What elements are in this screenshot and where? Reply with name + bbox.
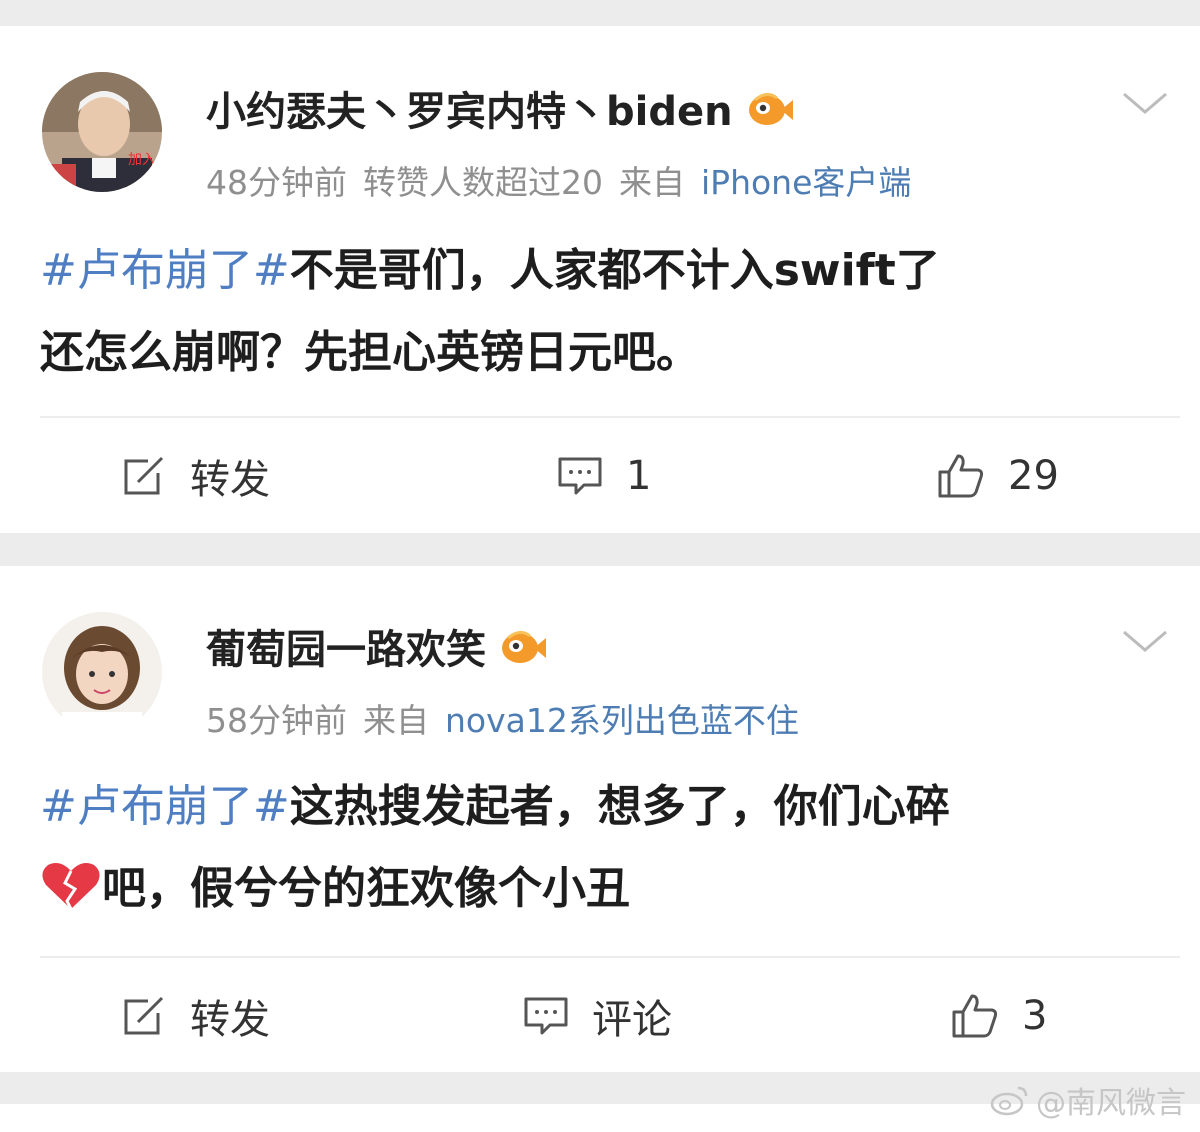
broken-heart-icon: [42, 863, 100, 910]
post-time: 58分钟前: [206, 701, 347, 740]
repost-note: 转赞人数超过20: [363, 163, 603, 202]
avatar-overlay-text: 加入: [128, 152, 156, 168]
post-meta: 58分钟前 来自 nova12系列出色蓝不住: [206, 694, 799, 742]
avatar[interactable]: [42, 612, 162, 732]
username-row: 葡萄园一路欢笑: [206, 618, 548, 674]
post-time: 48分钟前: [206, 163, 347, 202]
thumbs-up-icon: [952, 994, 998, 1038]
post-text-line1: 这热搜发起者，想多了，你们心碎: [289, 781, 950, 832]
comment-icon: [524, 997, 568, 1035]
avatar[interactable]: 加入: [42, 72, 162, 192]
edit-icon: [124, 456, 164, 495]
avatar-photo: 加入: [42, 72, 162, 192]
username[interactable]: 小约瑟夫丶罗宾内特丶biden: [206, 79, 733, 137]
source-prefix: 来自: [619, 163, 685, 202]
divider: [40, 416, 1180, 418]
watermark-text: @南风微言: [1036, 1086, 1186, 1121]
divider: [40, 956, 1180, 958]
post-body: #卢布崩了#不是哥们，人家都不计入swift了 还怎么崩啊？先担心英镑日元吧。: [40, 230, 1170, 394]
weibo-feed: 加入 小约瑟夫丶罗宾内特丶biden 48分钟前 转赞人数超过20 来自 iPh…: [0, 0, 1200, 1132]
post-meta: 48分钟前 转赞人数超过20 来自 iPhone客户端: [206, 156, 911, 204]
post-card: 加入 小约瑟夫丶罗宾内特丶biden 48分钟前 转赞人数超过20 来自 iPh…: [0, 26, 1200, 533]
like-button[interactable]: 29: [936, 446, 1059, 506]
chevron-down-icon[interactable]: [1120, 626, 1170, 656]
comment-button[interactable]: 1: [556, 446, 651, 506]
post-text-line2: 吧，假兮兮的狂欢像个小丑: [102, 863, 630, 914]
post-text-line2: 还怎么崩啊？先担心英镑日元吧。: [40, 327, 700, 378]
source-device[interactable]: nova12系列出色蓝不住: [445, 694, 799, 742]
hashtag-link[interactable]: #卢布崩了#: [40, 245, 290, 296]
comment-label: 评论: [592, 997, 672, 1043]
repost-button[interactable]: 转发: [122, 986, 270, 1046]
hashtag-link[interactable]: #卢布崩了#: [40, 781, 290, 832]
edit-icon: [124, 996, 164, 1035]
like-count: 3: [1022, 993, 1048, 1039]
repost-button[interactable]: 转发: [122, 446, 270, 506]
like-button[interactable]: 3: [950, 986, 1047, 1046]
source-device[interactable]: iPhone客户端: [701, 156, 911, 204]
comment-count: 1: [626, 453, 652, 499]
comment-icon: [558, 457, 602, 495]
source-prefix: 来自: [363, 701, 429, 740]
repost-label: 转发: [190, 457, 270, 503]
username-row: 小约瑟夫丶罗宾内特丶biden: [206, 80, 795, 136]
post-body: #卢布崩了#这热搜发起者，想多了，你们心碎 吧，假兮兮的狂欢像个小丑: [40, 766, 1170, 930]
thumbs-up-icon: [938, 454, 984, 498]
fish-badge-icon: [502, 631, 546, 663]
comment-button[interactable]: 评论: [522, 986, 672, 1046]
watermark: @南风微言: [990, 1078, 1186, 1122]
repost-label: 转发: [190, 997, 270, 1043]
avatar-photo: [42, 612, 162, 732]
chevron-down-icon[interactable]: [1120, 88, 1170, 118]
like-count: 29: [1008, 453, 1059, 499]
post-text-line1: 不是哥们，人家都不计入swift了: [289, 245, 940, 296]
weibo-logo-icon: [990, 1086, 1028, 1116]
post-card: 葡萄园一路欢笑 58分钟前 来自 nova12系列出色蓝不住 #卢布崩了#这热搜…: [0, 566, 1200, 1072]
fish-badge-icon: [748, 93, 793, 125]
username[interactable]: 葡萄园一路欢笑: [206, 617, 486, 675]
